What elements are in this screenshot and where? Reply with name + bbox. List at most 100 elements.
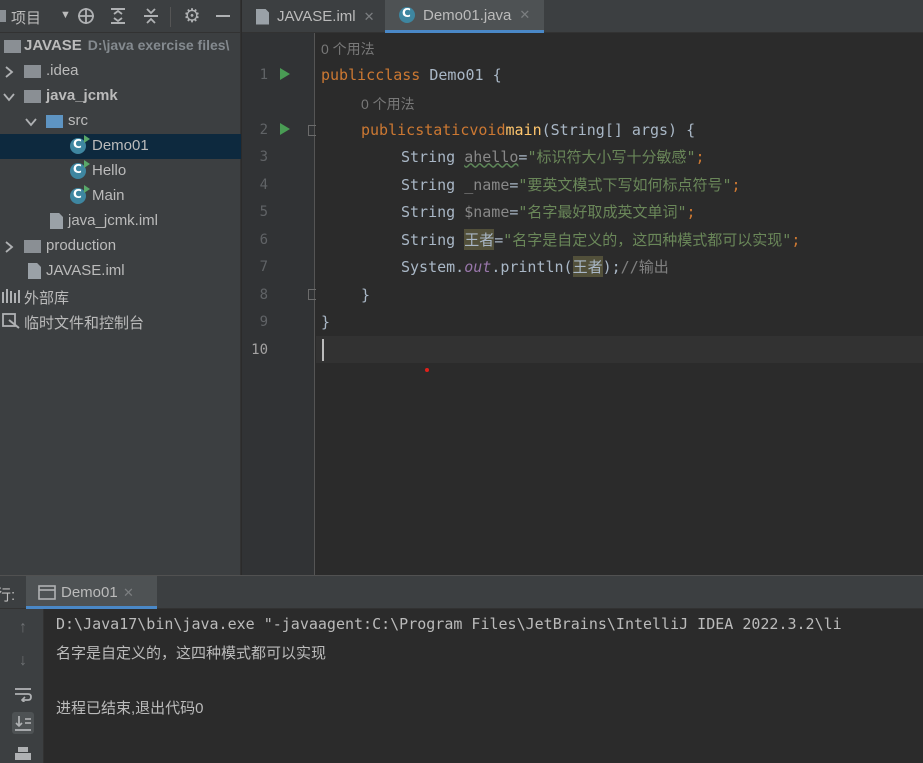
arrow-down-icon[interactable]: ↓ [12,650,34,672]
iml-file-icon [256,8,269,25]
tree-item-label: Demo01 [92,137,149,154]
line-number: 8 [259,287,268,303]
tab-javase-iml[interactable]: JAVASE.iml ✕ [242,0,384,33]
chevron-right-icon[interactable] [4,65,14,79]
code-line-3: String ahello = "标识符大小写十分敏感"; [401,147,705,167]
project-panel: 项目 ▼ ⚙ JAVASE D:\java exercise files\ .id… [0,0,241,575]
collapse-all-icon[interactable] [141,6,161,26]
arrow-up-icon[interactable]: ↑ [12,617,34,639]
console-output[interactable]: D:\Java17\bin\java.exe "-javaagent:C:\Pr… [44,609,923,763]
java-class-icon [70,135,90,154]
run-icon[interactable] [280,123,290,135]
view-dropdown-icon[interactable]: ▼ [60,9,71,21]
code-line-1: public class Demo01 { [321,65,502,84]
tree-item-label: java_jcmk.iml [68,212,159,229]
chevron-down-icon[interactable] [2,90,16,104]
tree-item-label: Main [92,187,125,204]
tree-item-java-jcmk[interactable]: java_jcmk [0,84,241,109]
tree-item-scratches[interactable]: 临时文件和控制台 [0,309,241,334]
tree-item-javase[interactable]: JAVASE D:\java exercise files\ [0,34,241,59]
usage-hint[interactable]: 0 个用法 [321,39,375,59]
minimize-icon[interactable] [213,6,233,26]
usage-hint[interactable]: 0 个用法 [361,94,415,114]
tree-item-label: JAVASE D:\java exercise files\ [24,37,230,54]
line-number: 2 [259,122,268,138]
module-folder-icon [4,40,21,53]
project-view-title[interactable]: 项目 [11,7,41,28]
cursor-dot [425,368,429,372]
java-class-icon [70,185,90,204]
project-view-icon [0,10,6,22]
code-line-7: System. out .println(王者);//输出 [401,256,669,277]
tree-item-idea[interactable]: .idea [0,59,241,84]
console-output-line: 名字是自定义的，这四种模式都可以实现 [56,645,327,662]
toolbar-divider [170,7,171,27]
soft-wrap-icon[interactable] [12,683,34,705]
editor-gutter: 1 2 3 4 5 6 7 8 9 10 [242,33,319,575]
code-line-9: } [321,312,331,331]
run-panel-header: 行: Demo01 ✕ [0,575,923,609]
code-editor[interactable]: 0 个用法 public class Demo01 { 0 个用法 public… [316,33,923,575]
print-icon[interactable] [12,743,34,763]
run-tab-label: Demo01 [61,584,118,601]
java-class-icon [70,160,90,179]
code-line-5: String $name = "名字最好取成英文单词"; [401,202,696,222]
tree-item-javase-iml[interactable]: JAVASE.iml [0,259,241,284]
run-panel-prefix: 行: [0,587,16,604]
tree-item-label: 临时文件和控制台 [24,315,145,332]
tree-item-hello[interactable]: Hello [0,159,241,184]
locate-icon[interactable] [76,6,96,26]
iml-file-icon [50,213,63,229]
tree-item-label: java_jcmk [46,87,118,104]
tab-label: Demo01.java [423,6,512,24]
tree-item-label: production [46,237,117,254]
run-tab-demo01[interactable]: Demo01 ✕ [26,576,157,609]
console-exit-line: 进程已结束,退出代码0 [56,700,204,717]
editor-tab-bar: JAVASE.iml ✕ C Demo01.java ✕ [242,0,923,33]
tree-item-production[interactable]: production [0,234,241,259]
tab-demo01-java[interactable]: C Demo01.java ✕ [385,0,544,33]
code-line-4: String _name = "要英文模式下写如何标点符号"; [401,175,741,195]
line-number: 5 [259,204,268,220]
tree-item-label: Hello [92,162,127,179]
line-number: 10 [251,342,268,358]
tree-item-label: src [68,112,88,129]
java-class-icon: C [399,6,415,23]
chevron-right-icon[interactable] [4,240,14,254]
scroll-to-end-icon[interactable] [12,712,34,734]
console-command-line: D:\Java17\bin\java.exe "-javaagent:C:\Pr… [56,615,842,633]
tree-item-external-libraries[interactable]: 外部库 [0,284,241,309]
line-number: 1 [259,67,268,83]
tree-item-src[interactable]: src [0,109,241,134]
chevron-down-icon[interactable] [24,115,38,129]
tree-item-label: JAVASE.iml [46,262,125,279]
tab-label: JAVASE.iml [277,8,356,25]
close-icon[interactable]: ✕ [123,585,134,601]
expand-all-icon[interactable] [108,6,128,26]
line-number: 4 [259,177,268,193]
gear-icon[interactable]: ⚙ [182,6,202,27]
text-caret [322,339,324,361]
code-line-2: public static void main (String[] args) { [361,120,696,139]
folder-icon [24,65,41,78]
module-folder-icon [24,90,41,103]
libraries-icon [2,289,20,303]
tree-item-java-jcmk-iml[interactable]: java_jcmk.iml [0,209,241,234]
line-number: 7 [259,259,268,275]
line-number: 6 [259,232,268,248]
project-toolbar: 项目 ▼ ⚙ [0,0,241,33]
run-icon[interactable] [280,68,290,80]
tree-item-main[interactable]: Main [0,184,241,209]
console-icon [38,585,56,600]
line-number: 9 [259,314,268,330]
code-line-6: String 王者 = "名字是自定义的，这四种模式都可以实现"; [401,229,801,250]
close-icon[interactable]: ✕ [519,7,530,23]
tree-item-demo01[interactable]: Demo01 [0,134,241,159]
tree-item-label: 外部库 [24,290,70,307]
project-path-hint: D:\java exercise files\ [87,37,230,53]
tree-item-label: .idea [46,62,79,79]
close-icon[interactable]: ✕ [364,9,375,25]
run-toolbar: ↑ ↓ [0,609,44,763]
line-number: 3 [259,149,268,165]
code-line-8: } [361,285,371,304]
